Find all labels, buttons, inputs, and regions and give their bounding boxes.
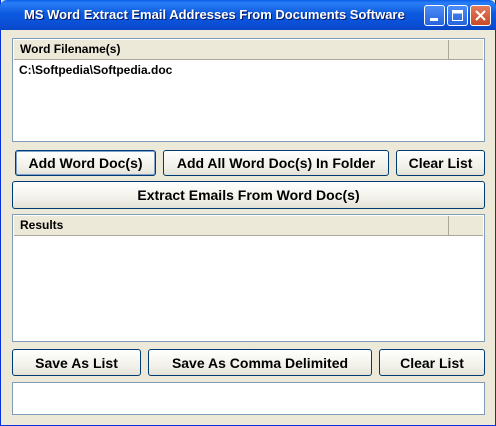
column-header-filename[interactable]: Word Filename(s) xyxy=(14,40,449,59)
status-box xyxy=(12,382,485,415)
extract-emails-button[interactable]: Extract Emails From Word Doc(s) xyxy=(12,181,485,209)
title-bar[interactable]: MS Word Extract Email Addresses From Doc… xyxy=(0,0,496,30)
save-as-comma-button[interactable]: Save As Comma Delimited xyxy=(148,349,372,376)
file-list[interactable]: Word Filename(s) C:\Softpedia\Softpedia.… xyxy=(12,38,485,142)
save-as-list-button[interactable]: Save As List xyxy=(12,349,141,376)
add-folder-button[interactable]: Add All Word Doc(s) In Folder xyxy=(163,150,389,176)
window-title: MS Word Extract Email Addresses From Doc… xyxy=(24,7,405,22)
column-header-filler xyxy=(449,40,483,59)
clear-results-button[interactable]: Clear List xyxy=(379,349,485,376)
maximize-button[interactable] xyxy=(447,5,468,26)
results-list[interactable]: Results xyxy=(12,214,485,342)
app-window: MS Word Extract Email Addresses From Doc… xyxy=(0,0,496,426)
minimize-icon xyxy=(430,18,438,21)
results-list-header: Results xyxy=(14,216,483,236)
column-header-results[interactable]: Results xyxy=(14,216,449,235)
close-button[interactable] xyxy=(470,5,491,26)
add-word-doc-button[interactable]: Add Word Doc(s) xyxy=(15,150,156,176)
list-item[interactable]: C:\Softpedia\Softpedia.doc xyxy=(19,63,172,77)
close-icon xyxy=(475,10,486,21)
maximize-icon xyxy=(452,10,463,21)
clear-list-button[interactable]: Clear List xyxy=(396,150,485,176)
file-list-header: Word Filename(s) xyxy=(14,40,483,60)
minimize-button[interactable] xyxy=(424,5,445,26)
column-header-filler xyxy=(449,216,483,235)
